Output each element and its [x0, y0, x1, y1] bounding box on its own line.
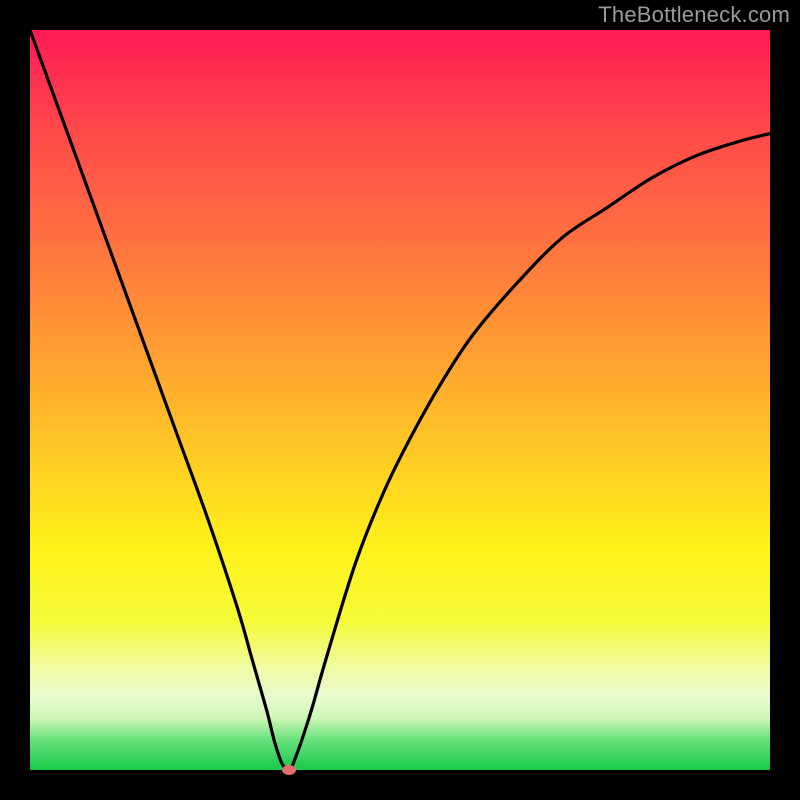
- watermark-text: TheBottleneck.com: [598, 2, 790, 28]
- bottleneck-curve: [30, 30, 770, 770]
- minimum-marker: [282, 765, 296, 775]
- chart-stage: TheBottleneck.com: [0, 0, 800, 800]
- plot-area: [30, 30, 770, 770]
